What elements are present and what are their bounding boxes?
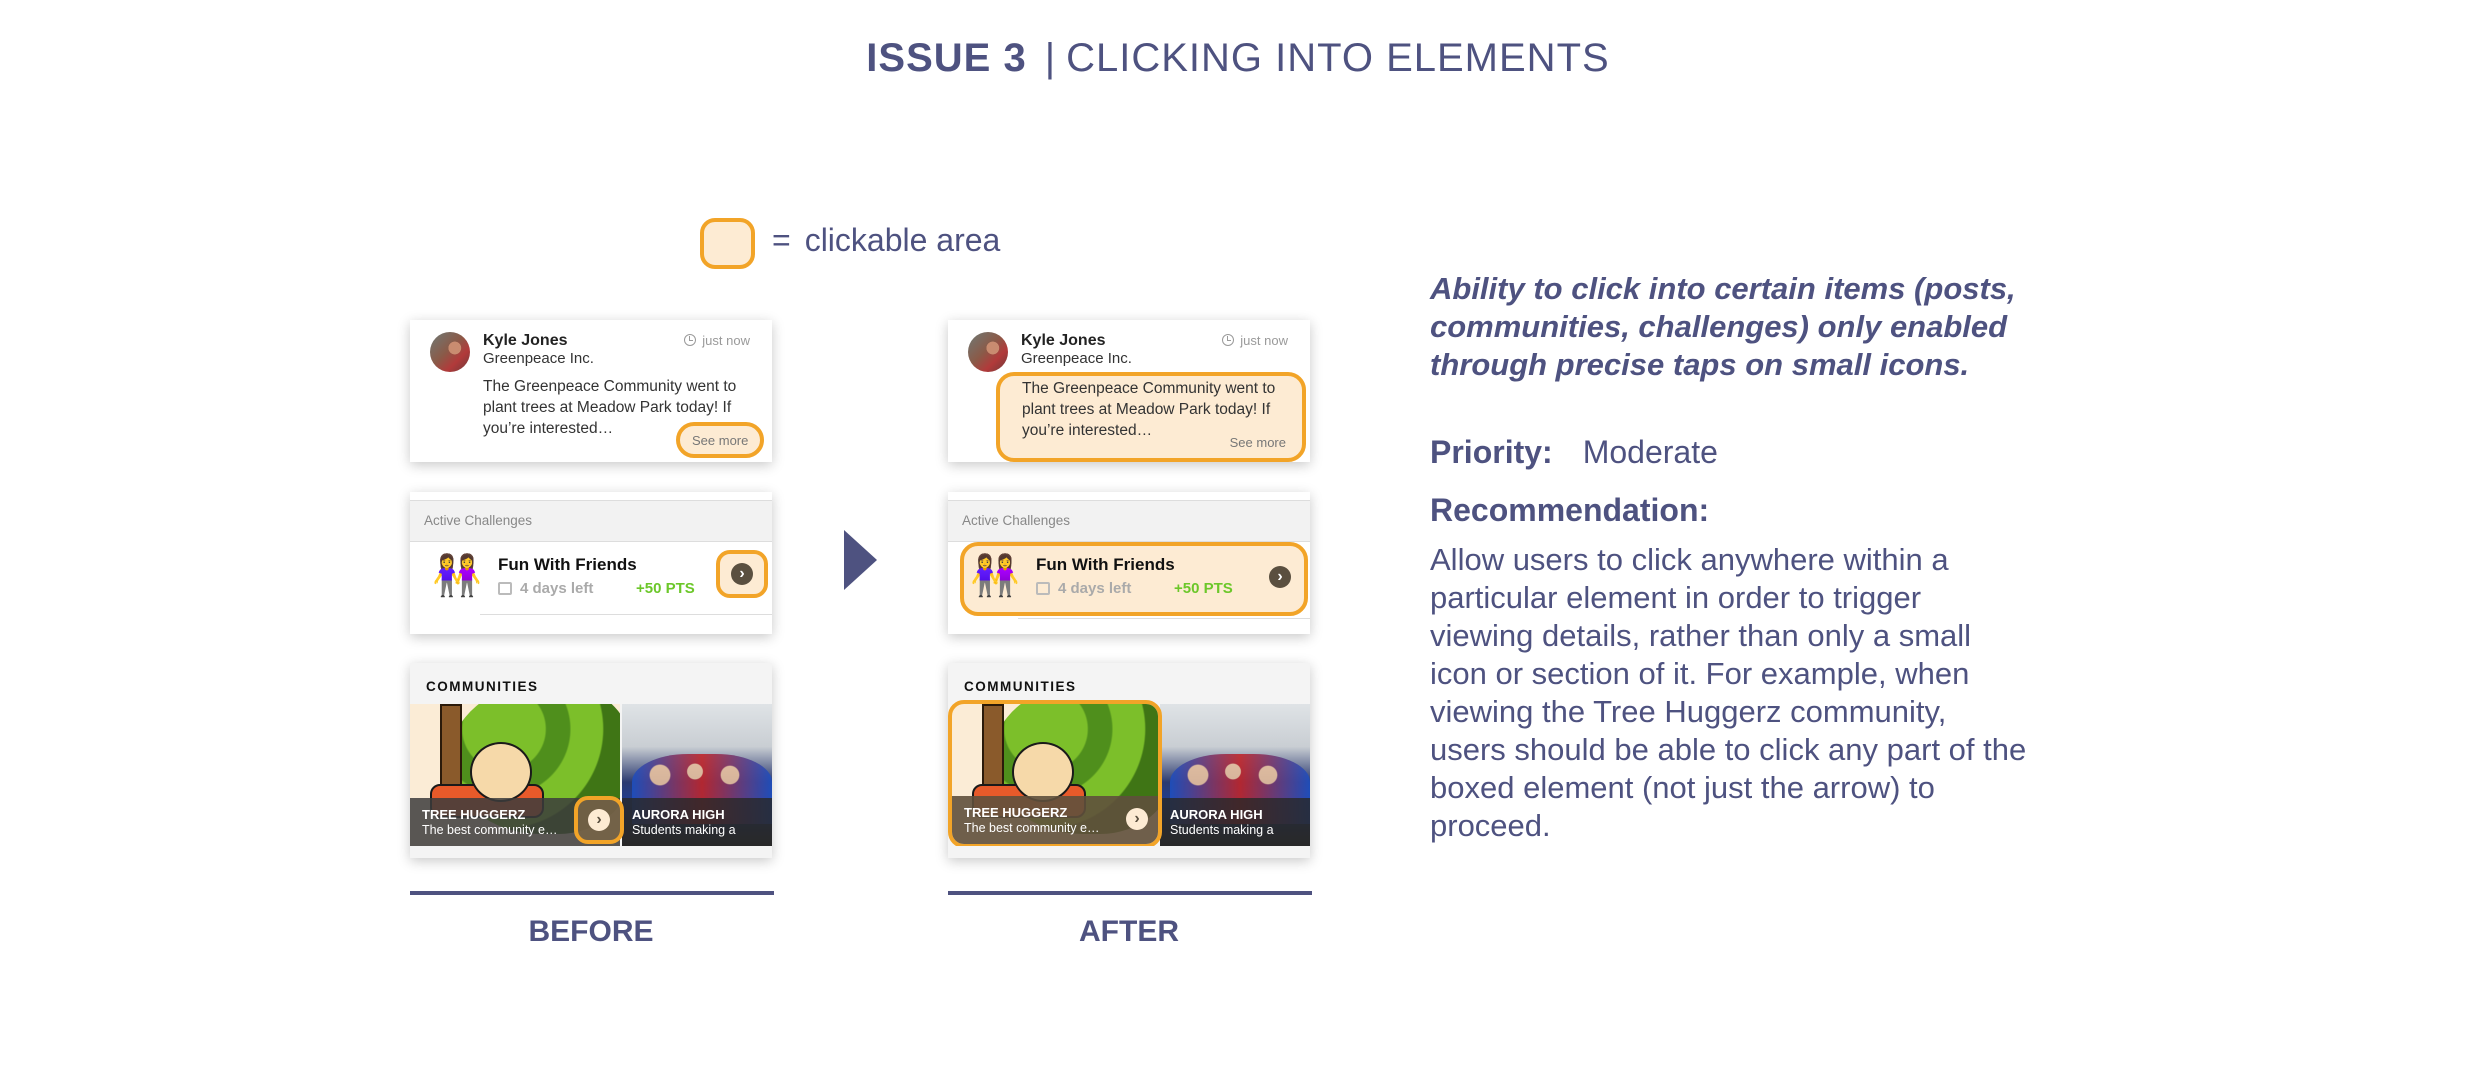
clock-icon: [684, 334, 697, 346]
challenge-name: Fun With Friends: [1036, 555, 1175, 574]
post-author: Kyle Jones: [1021, 332, 1106, 349]
chevron-right-icon: ›: [588, 809, 610, 831]
issue-number: ISSUE 3: [866, 36, 1027, 80]
communities-carousel: TREE HUGGERZ The best community e… AUROR…: [410, 704, 772, 846]
community-description: The best community e…: [964, 821, 1100, 835]
chevron-right-icon: ›: [1269, 566, 1291, 588]
before-communities-card: COMMUNITIES TREE HUGGERZ The best commun…: [410, 663, 772, 858]
challenge-points: +50 PTS: [636, 580, 695, 597]
play-arrow-icon: [844, 530, 877, 590]
challenges-header: Active Challenges: [410, 500, 772, 542]
post-time-text: just now: [702, 333, 750, 348]
recommendation-body: Allow users to click anywhere within a p…: [1430, 542, 2027, 843]
card-footer: [948, 846, 1310, 858]
after-post-card: Kyle Jones Greenpeace Inc. just now The …: [948, 320, 1310, 462]
priority-label: Priority:: [1430, 434, 1553, 470]
before-post-card: Kyle Jones Greenpeace Inc. just now The …: [410, 320, 772, 462]
post-time: just now: [1222, 333, 1288, 348]
community-description: Students making a: [1170, 823, 1274, 837]
challenges-header-text: Active Challenges: [962, 513, 1071, 528]
priority-value: Moderate: [1582, 434, 1718, 470]
divider: [1018, 618, 1310, 619]
chevron-right-icon: ›: [731, 563, 753, 585]
tile-overlay: AURORA HIGH Students making a: [622, 798, 772, 846]
post-organization: Greenpeace Inc.: [483, 350, 594, 367]
before-challenges-card: Active Challenges 👭 Fun With Friends 4 d…: [410, 492, 772, 634]
legend-label: = clickable area: [772, 222, 1000, 259]
after-challenges-card: Active Challenges 👭 Fun With Friends 4 d…: [948, 492, 1310, 634]
challenges-header: Active Challenges: [948, 500, 1310, 542]
before-label: BEFORE: [528, 915, 654, 948]
challenge-days-left: 4 days left: [498, 580, 593, 597]
issue-topic: CLICKING INTO ELEMENTS: [1066, 36, 1610, 80]
priority-row: Priority: Moderate: [1430, 434, 1718, 471]
see-more-label: See more: [1229, 435, 1286, 450]
post-author: Kyle Jones: [483, 332, 568, 349]
legend-equals: =: [772, 222, 791, 258]
avatar[interactable]: [430, 332, 470, 372]
community-name: TREE HUGGERZ: [422, 807, 526, 822]
post-time: just now: [684, 333, 750, 348]
friends-emoji-icon: 👭: [432, 554, 482, 598]
kid-face: [1012, 742, 1074, 802]
chevron-right-icon: ›: [1126, 808, 1148, 830]
calendar-icon: [498, 582, 512, 595]
issue-headline: Ability to click into certain items (pos…: [1430, 271, 2016, 382]
friends-emoji-icon: 👭: [970, 554, 1020, 598]
communities-header: COMMUNITIES: [426, 679, 539, 694]
title-separator: |: [1044, 36, 1057, 80]
post-body-button[interactable]: The Greenpeace Community went to plant t…: [996, 372, 1306, 462]
tile-overlay: TREE HUGGERZ The best community e… ›: [952, 796, 1158, 844]
post-organization: Greenpeace Inc.: [1021, 350, 1132, 367]
avatar[interactable]: [968, 332, 1008, 372]
before-divider: [410, 891, 774, 895]
challenge-points: +50 PTS: [1174, 580, 1233, 597]
clickable-area-swatch: [700, 218, 755, 269]
communities-header: COMMUNITIES: [964, 679, 1077, 694]
tile-overlay: AURORA HIGH Students making a: [1160, 798, 1310, 846]
community-tile-aurora-high[interactable]: AURORA HIGH Students making a: [622, 704, 772, 846]
challenge-days-left: 4 days left: [1036, 580, 1131, 597]
after-divider: [948, 891, 1312, 895]
days-left-text: 4 days left: [520, 580, 594, 597]
community-tile-aurora-high[interactable]: AURORA HIGH Students making a: [1160, 704, 1310, 846]
community-name: AURORA HIGH: [1170, 807, 1263, 822]
post-time-text: just now: [1240, 333, 1288, 348]
after-communities-card: COMMUNITIES AURORA HIGH Students making …: [948, 663, 1310, 858]
recommendation-label: Recommendation:: [1430, 492, 1710, 528]
community-description: The best community e…: [422, 823, 558, 837]
challenges-header-text: Active Challenges: [424, 513, 533, 528]
kid-face: [470, 742, 532, 802]
community-chevron-button[interactable]: ›: [574, 796, 624, 844]
card-footer: [410, 846, 772, 858]
see-more-button[interactable]: See more: [676, 422, 764, 458]
days-left-text: 4 days left: [1058, 580, 1132, 597]
after-label: AFTER: [1079, 915, 1179, 948]
divider: [480, 614, 772, 615]
challenge-chevron-button[interactable]: ›: [716, 550, 768, 598]
community-tile-tree-huggerz[interactable]: TREE HUGGERZ The best community e… ›: [948, 700, 1162, 848]
calendar-icon: [1036, 582, 1050, 595]
community-name: TREE HUGGERZ: [964, 805, 1068, 820]
see-more-label: See more: [692, 433, 749, 448]
legend-text: clickable area: [804, 222, 1001, 258]
clock-icon: [1222, 334, 1235, 346]
challenge-item-button[interactable]: 👭 Fun With Friends 4 days left +50 PTS ›: [960, 542, 1308, 616]
slide-title: ISSUE 3 | CLICKING INTO ELEMENTS: [0, 36, 2476, 81]
community-name: AURORA HIGH: [632, 807, 725, 822]
community-description: Students making a: [632, 823, 736, 837]
challenge-name: Fun With Friends: [498, 555, 637, 574]
post-body: The Greenpeace Community went to plant t…: [1022, 380, 1276, 439]
